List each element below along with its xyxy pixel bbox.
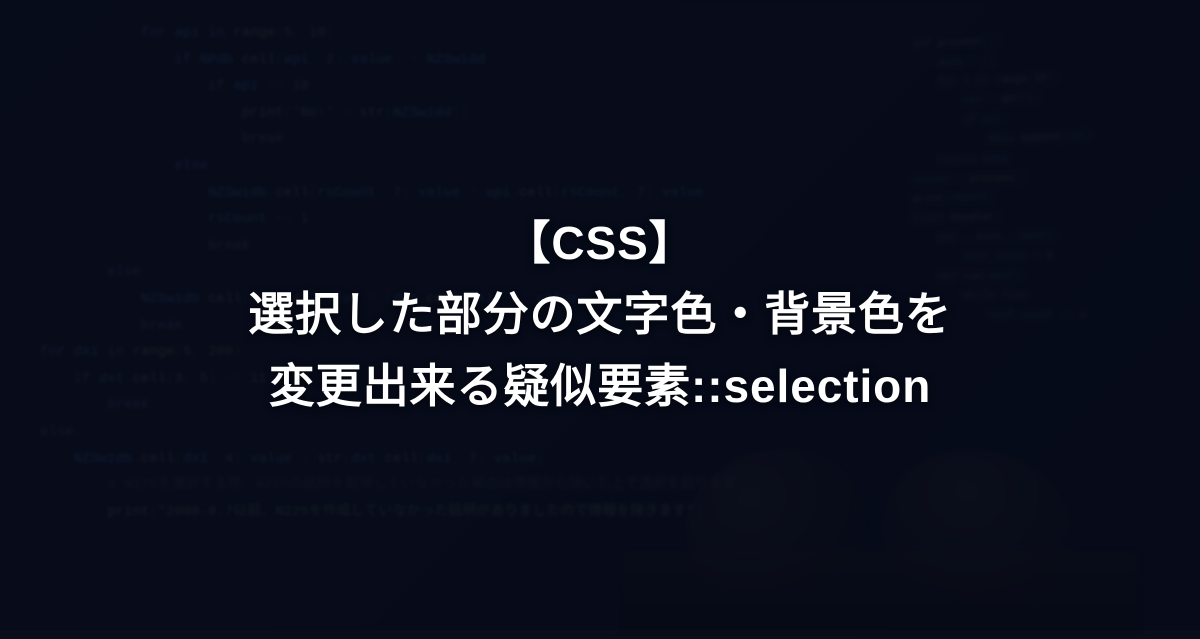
title-line-1: 【CSS】: [504, 208, 695, 279]
title-line-2: 選択した部分の文字色・背景色を: [248, 279, 952, 350]
title-line-3: 変更出来る疑似要素::selection: [269, 351, 931, 422]
title-container: 【CSS】 選択した部分の文字色・背景色を 変更出来る疑似要素::selecti…: [0, 0, 1200, 630]
